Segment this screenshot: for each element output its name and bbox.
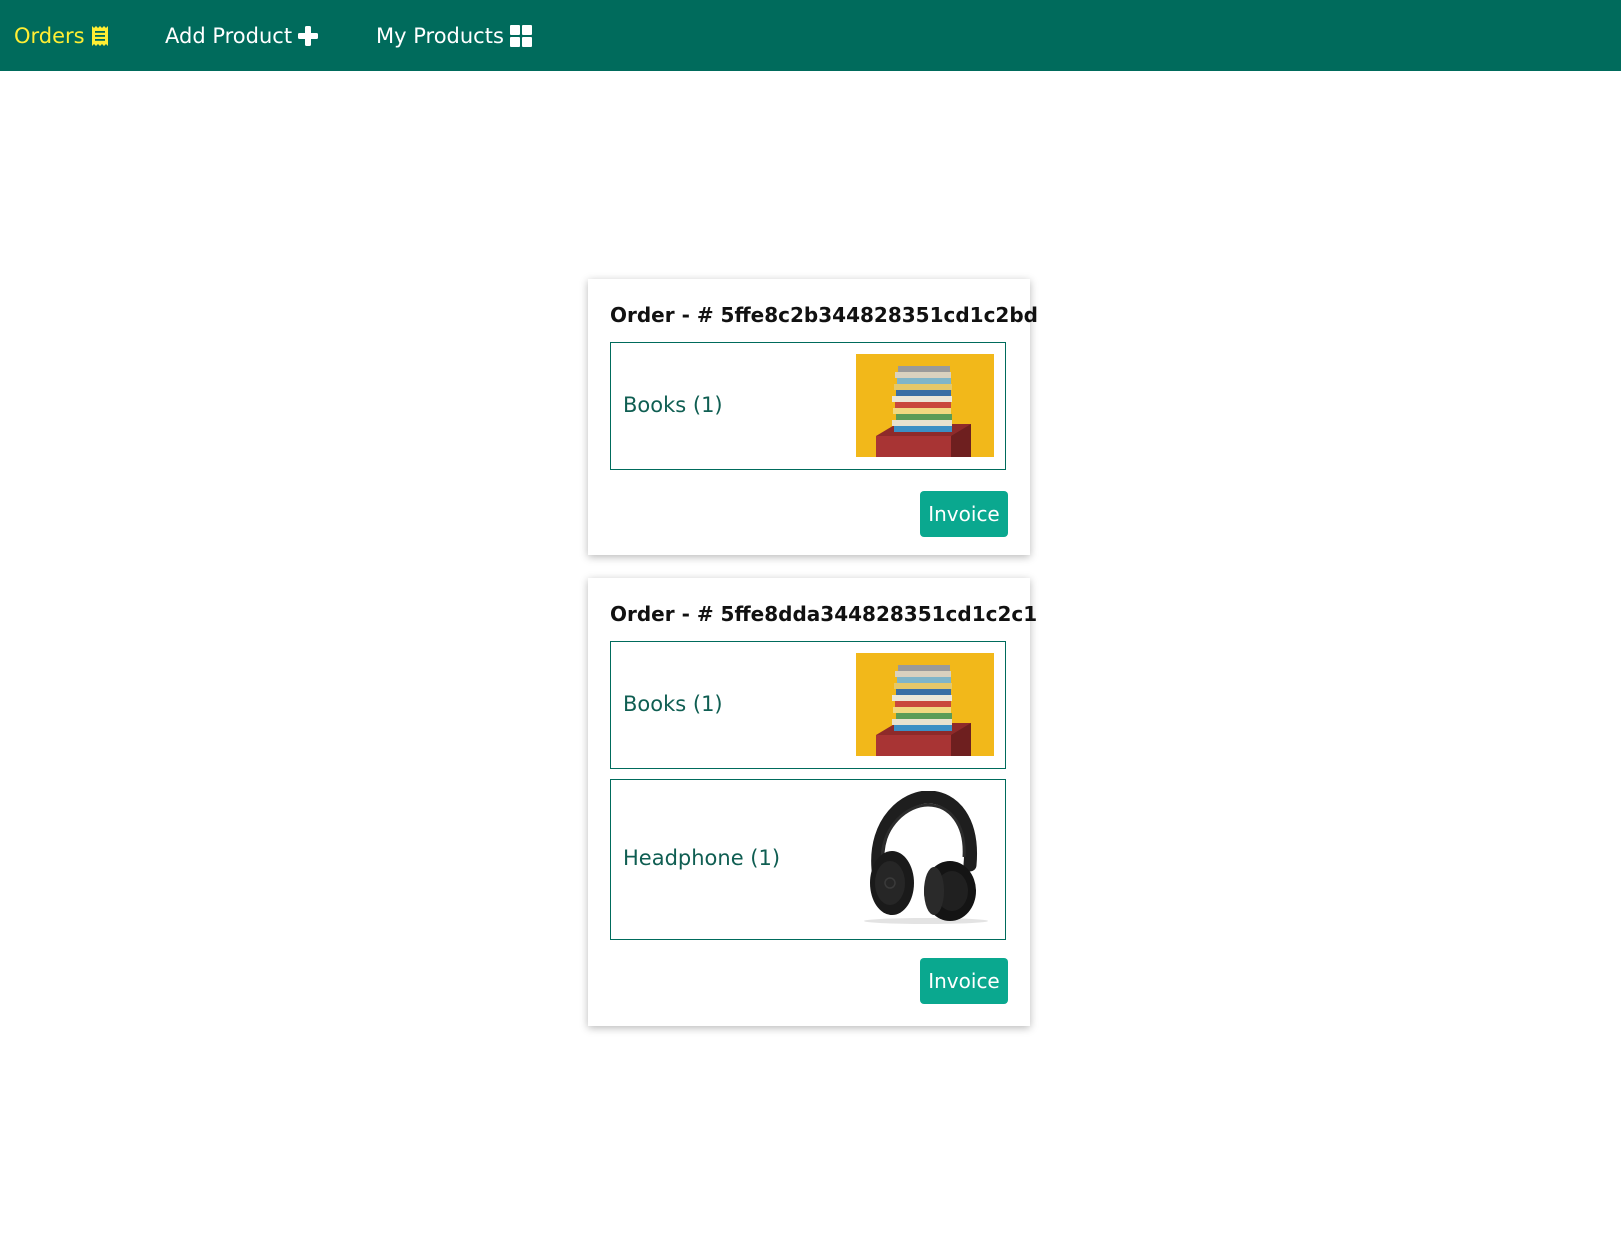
order-item: Books (1) — [610, 641, 1006, 769]
nav-orders[interactable]: Orders — [14, 0, 109, 71]
nav-orders-label: Orders — [14, 23, 85, 48]
nav-my-products[interactable]: My Products — [376, 0, 532, 71]
nav-add-product-label: Add Product — [165, 23, 293, 48]
books-image — [856, 653, 994, 756]
books-image — [856, 354, 994, 457]
receipt-icon — [91, 25, 109, 47]
order-item-label: Books (1) — [623, 393, 723, 417]
order-title: Order - # 5ffe8dda344828351cd1c2c1 — [610, 602, 1038, 626]
nav-add-product[interactable]: Add Product — [165, 0, 319, 71]
order-card: Order - # 5ffe8dda344828351cd1c2c1 Books… — [588, 578, 1037, 1026]
order-card: Order - # 5ffe8c2b344828351cd1c2bd Books… — [588, 279, 1038, 555]
headphone-image — [856, 790, 994, 929]
top-navbar: Orders Add Product My Products — [0, 0, 1621, 71]
order-item: Books (1) — [610, 342, 1006, 470]
order-item-label: Books (1) — [623, 692, 723, 716]
order-item-label: Headphone (1) — [623, 846, 781, 870]
invoice-button[interactable]: Invoice — [920, 958, 1008, 1004]
grid-icon — [509, 24, 532, 47]
order-title: Order - # 5ffe8c2b344828351cd1c2bd — [610, 303, 1038, 327]
nav-my-products-label: My Products — [376, 23, 504, 48]
invoice-button[interactable]: Invoice — [920, 491, 1008, 537]
order-item: Headphone (1) — [610, 779, 1006, 940]
plus-icon — [298, 25, 319, 46]
